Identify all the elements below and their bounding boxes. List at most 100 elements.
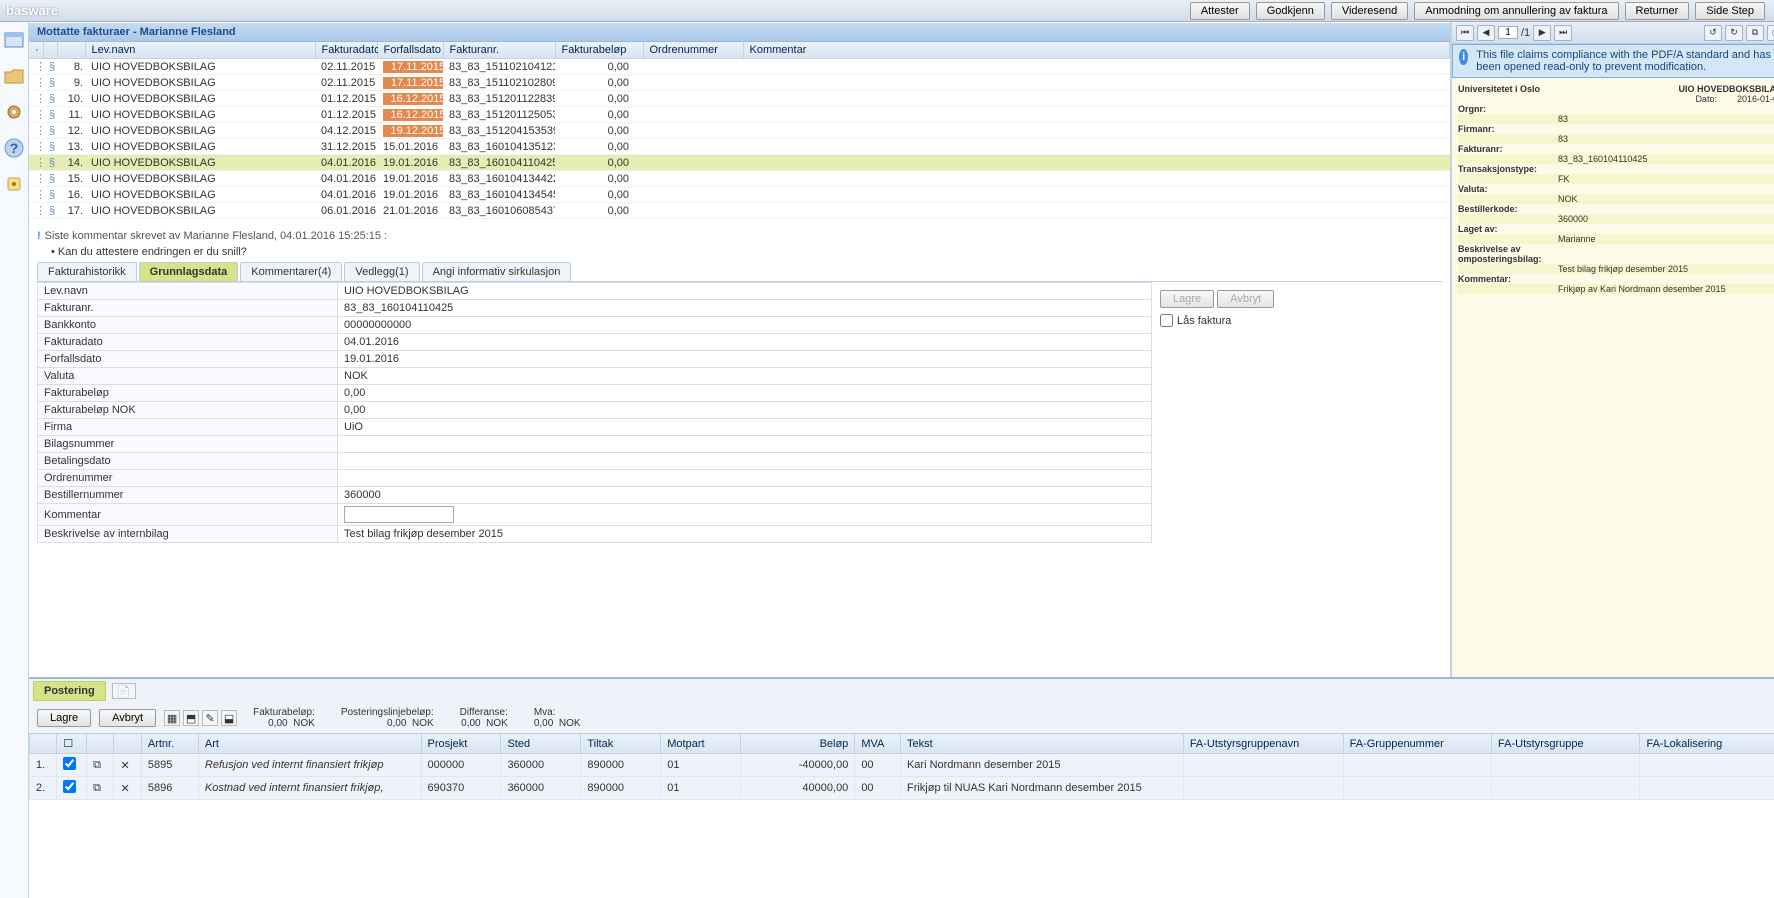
posting-col[interactable]: Art <box>198 734 421 754</box>
details-table: Lev.navnUIO HOVEDBOKSBILAGFakturanr.83_8… <box>37 282 1152 543</box>
col-fodato[interactable]: Forfallsdato <box>377 42 443 59</box>
posting-extra-icon[interactable]: 📄 <box>112 683 136 699</box>
table-row[interactable]: ⋮§16.UIO HOVEDBOKSBILAG04.01.201619.01.2… <box>29 187 1450 203</box>
posting-col[interactable] <box>114 734 141 754</box>
pdf-first-icon[interactable]: ⏮ <box>1456 25 1474 41</box>
tool-icon-3[interactable]: ✎ <box>202 710 218 726</box>
posting-col[interactable]: FA-Utstyrsgruppenavn <box>1183 734 1343 754</box>
top-toolbar: basware Attester Godkjenn Videresend Anmodn… <box>0 0 1774 22</box>
last-comment-header: ! Siste kommentar skrevet av Marianne Fl… <box>37 230 1442 242</box>
col-komm[interactable]: Kommentar <box>743 42 1450 59</box>
lock-invoice-label: Lås faktura <box>1177 315 1231 327</box>
tab-kommentarer[interactable]: Kommentarer(4) <box>240 262 342 281</box>
table-row[interactable]: ⋮§9.UIO HOVEDBOKSBILAG02.11.201517.11.20… <box>29 75 1450 91</box>
posting-avbryt-button[interactable]: Avbryt <box>99 709 156 727</box>
posting-row[interactable]: 1.⧉✕5895Refusjon ved internt finansiert … <box>30 754 1774 777</box>
lock-invoice-checkbox[interactable] <box>1160 314 1173 327</box>
posting-row[interactable]: 2.⧉✕5896Kostnad ved internt finansiert f… <box>30 777 1774 800</box>
posting-col[interactable]: FA-Gruppenummer <box>1343 734 1491 754</box>
avbryt-button[interactable]: Avbryt <box>1217 290 1274 308</box>
table-row[interactable]: ⋮§11.UIO HOVEDBOKSBILAG01.12.201516.12.2… <box>29 107 1450 123</box>
pdf-print-icon[interactable]: ⎙ <box>1767 25 1774 41</box>
table-row[interactable]: ⋮§10.UIO HOVEDBOKSBILAG01.12.201516.12.2… <box>29 91 1450 107</box>
col-num <box>57 42 85 59</box>
posting-col[interactable]: Beløp <box>741 734 855 754</box>
col-belop[interactable]: Fakturabeløp <box>555 42 643 59</box>
posting-col[interactable]: FA-Lokalisering <box>1640 734 1774 754</box>
row-checkbox[interactable] <box>63 757 76 770</box>
pdf-rotate-right-icon[interactable]: ↻ <box>1725 25 1743 41</box>
copy-icon[interactable]: ⧉ <box>93 759 101 771</box>
posting-col[interactable]: Tekst <box>900 734 1183 754</box>
tool-icon-4[interactable]: ⬓ <box>221 710 237 726</box>
posting-section: Postering 📄 Lagre Avbryt ▦ ⬒ ✎ ⬓ Faktura… <box>29 677 1774 800</box>
pdf-preview: ⏮ ◀ /1 ▶ ⏭ ↺ ↻ ⧉ ⎙ i This file claims co… <box>1451 22 1774 677</box>
top-button[interactable]: Godkjenn <box>1256 2 1325 20</box>
posting-col[interactable]: Prosjekt <box>421 734 501 754</box>
table-row[interactable]: ⋮§12.UIO HOVEDBOKSBILAG04.12.201519.12.2… <box>29 123 1450 139</box>
help-icon[interactable]: ? <box>0 134 28 162</box>
table-row[interactable]: ⋮§8.UIO HOVEDBOKSBILAG02.11.201517.11.20… <box>29 59 1450 75</box>
posting-col[interactable] <box>30 734 57 754</box>
tab-angi[interactable]: Angi informativ sirkulasjon <box>422 262 572 281</box>
table-row[interactable]: ⋮§15.UIO HOVEDBOKSBILAG04.01.201619.01.2… <box>29 171 1450 187</box>
tab-postering[interactable]: Postering <box>33 681 106 701</box>
posting-col[interactable]: ☐ <box>57 734 87 754</box>
col-fdato[interactable]: Fakturadato <box>315 42 377 59</box>
pdf-rotate-left-icon[interactable]: ↺ <box>1704 25 1722 41</box>
inbox-icon[interactable] <box>0 26 28 54</box>
tool-icon-2[interactable]: ⬒ <box>183 710 199 726</box>
delete-icon[interactable]: ✕ <box>120 760 129 772</box>
posting-col[interactable]: Sted <box>501 734 581 754</box>
top-buttons: Attester Godkjenn Videresend Anmodning om a… <box>1187 2 1768 20</box>
copy-icon[interactable]: ⧉ <box>93 782 101 794</box>
top-button[interactable]: Anmodning om annullering av faktura <box>1414 2 1618 20</box>
invoice-grid: · Lev.navn Fakturadato Forfallsdato Fakt… <box>29 42 1450 222</box>
folder-icon[interactable] <box>0 62 28 90</box>
kommentar-input[interactable] <box>344 506 454 523</box>
pdf-last-icon[interactable]: ⏭ <box>1554 25 1572 41</box>
col-lev[interactable]: Lev.navn <box>85 42 315 59</box>
page-title: Mottatte fakturaer - Marianne Flesland <box>29 22 1450 42</box>
header-check-icon[interactable]: ☐ <box>63 738 73 750</box>
posting-col[interactable]: FA-Utstyrsgruppe <box>1492 734 1640 754</box>
tab-grunnlagsdata[interactable]: Grunnlagsdata <box>139 262 239 281</box>
posting-col[interactable]: Motpart <box>661 734 741 754</box>
lagre-button[interactable]: Lagre <box>1160 290 1214 308</box>
key-icon[interactable] <box>0 170 28 198</box>
posting-lagre-button[interactable]: Lagre <box>37 709 91 727</box>
logo: basware <box>6 3 58 18</box>
info-icon: i <box>1459 49 1468 65</box>
col-fnr[interactable]: Fakturanr. <box>443 42 555 59</box>
pdf-toolbar: ⏮ ◀ /1 ▶ ⏭ ↺ ↻ ⧉ ⎙ <box>1452 22 1774 44</box>
tool-icon-1[interactable]: ▦ <box>164 710 180 726</box>
table-row[interactable]: ⋮§13.UIO HOVEDBOKSBILAG31.12.201515.01.2… <box>29 139 1450 155</box>
comment-text: • Kan du attestere endringen er du snill… <box>51 246 1442 258</box>
pdf-next-icon[interactable]: ▶ <box>1533 25 1551 41</box>
row-checkbox[interactable] <box>63 780 76 793</box>
pdf-page-total: /1 <box>1521 27 1530 39</box>
posting-col[interactable]: Artnr. <box>141 734 198 754</box>
settings-icon[interactable] <box>0 98 28 126</box>
pdf-page-input[interactable] <box>1498 26 1518 39</box>
col-ordre[interactable]: Ordrenummer <box>643 42 743 59</box>
svg-text:?: ? <box>10 140 19 156</box>
col-handle <box>43 42 57 59</box>
left-sidebar: ? <box>0 22 29 898</box>
top-button[interactable]: Videresend <box>1331 2 1408 20</box>
tab-vedlegg[interactable]: Vedlegg(1) <box>344 262 419 281</box>
tab-historikk[interactable]: Fakturahistorikk <box>37 262 137 281</box>
posting-col[interactable]: MVA <box>855 734 901 754</box>
detail-tabs: Fakturahistorikk Grunnlagsdata Kommentar… <box>37 262 1442 282</box>
posting-col[interactable]: Tiltak <box>581 734 661 754</box>
posting-col[interactable] <box>87 734 114 754</box>
top-button[interactable]: Returner <box>1625 2 1690 20</box>
pdf-compliance-banner: i This file claims compliance with the P… <box>1452 44 1774 78</box>
delete-icon[interactable]: ✕ <box>120 783 129 795</box>
top-button[interactable]: Side Step <box>1695 2 1765 20</box>
top-button[interactable]: Attester <box>1190 2 1250 20</box>
table-row[interactable]: ⋮§17.UIO HOVEDBOKSBILAG06.01.201621.01.2… <box>29 203 1450 219</box>
pdf-popout-icon[interactable]: ⧉ <box>1746 25 1764 41</box>
table-row[interactable]: ⋮§14.UIO HOVEDBOKSBILAG04.01.201619.01.2… <box>29 155 1450 171</box>
pdf-prev-icon[interactable]: ◀ <box>1477 25 1495 41</box>
